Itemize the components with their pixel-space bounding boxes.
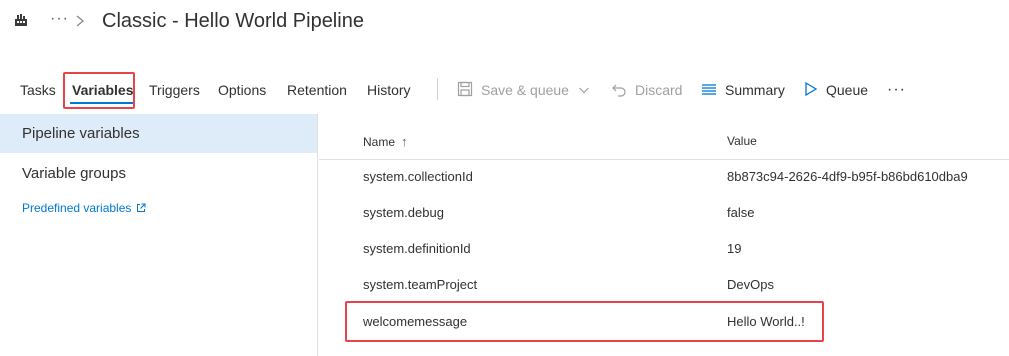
toolbar: Tasks Variables Triggers Options Retenti… — [0, 70, 1009, 110]
save-queue-label: Save & queue — [481, 82, 569, 98]
variables-sidebar: Pipeline variables Variable groups Prede… — [0, 114, 318, 356]
variable-value[interactable]: false — [727, 205, 754, 220]
tab-retention[interactable]: Retention — [287, 82, 347, 98]
tab-highlight-box — [63, 72, 135, 109]
page-header: ··· Classic - Hello World Pipeline — [0, 0, 1009, 48]
external-link-icon — [131, 203, 146, 213]
sidebar-item-pipeline-variables[interactable]: Pipeline variables — [0, 114, 317, 153]
tab-options[interactable]: Options — [218, 82, 266, 98]
value-header-label: Value — [727, 134, 757, 148]
variable-name: system.collectionId — [363, 169, 473, 184]
play-icon — [804, 81, 826, 100]
name-header-label: Name — [363, 134, 396, 149]
tab-triggers[interactable]: Triggers — [149, 82, 200, 98]
save-queue-button[interactable]: Save & queue — [457, 80, 598, 100]
more-options-button[interactable]: ··· — [887, 80, 906, 100]
predefined-variables-label: Predefined variables — [22, 201, 132, 215]
chevron-right-icon — [73, 14, 87, 28]
table-row[interactable]: system.collectionId 8b873c94-2626-4df9-b… — [319, 160, 1009, 196]
predefined-variables-link[interactable]: Predefined variables — [22, 201, 146, 215]
table-row[interactable]: system.debug false — [319, 196, 1009, 232]
row-highlight-box — [345, 301, 824, 342]
variable-value[interactable]: 8b873c94-2626-4df9-b95f-b86bd610dba9 — [727, 169, 968, 184]
discard-button[interactable]: Discard — [611, 80, 682, 100]
variable-value[interactable]: 19 — [727, 241, 741, 256]
tab-history[interactable]: History — [367, 82, 411, 98]
breadcrumb-more-button[interactable]: ··· — [50, 10, 69, 28]
tab-tasks[interactable]: Tasks — [20, 82, 56, 98]
discard-label: Discard — [635, 82, 683, 98]
chevron-down-icon — [578, 84, 598, 96]
table-row[interactable]: system.definitionId 19 — [319, 232, 1009, 268]
value-column-header[interactable]: Value — [727, 134, 757, 148]
variable-value[interactable]: DevOps — [727, 277, 774, 292]
variable-name: system.teamProject — [363, 277, 478, 292]
queue-button[interactable]: Queue — [804, 80, 868, 100]
table-row[interactable]: system.teamProject DevOps — [319, 268, 1009, 304]
page-title: Classic - Hello World Pipeline — [102, 10, 364, 32]
save-icon — [457, 81, 481, 100]
variable-name: system.definitionId — [363, 241, 471, 256]
summary-label: Summary — [725, 82, 785, 98]
sidebar-item-variable-groups[interactable]: Variable groups — [0, 154, 317, 193]
pipeline-icon — [14, 13, 34, 33]
list-icon — [701, 81, 725, 100]
variable-name: system.debug — [363, 205, 444, 220]
sort-ascending-icon: ↑ — [401, 134, 408, 149]
undo-icon — [611, 81, 635, 100]
toolbar-divider — [437, 78, 438, 100]
summary-button[interactable]: Summary — [701, 80, 785, 100]
queue-label: Queue — [826, 82, 869, 98]
name-column-header[interactable]: Name ↑ — [363, 134, 408, 149]
